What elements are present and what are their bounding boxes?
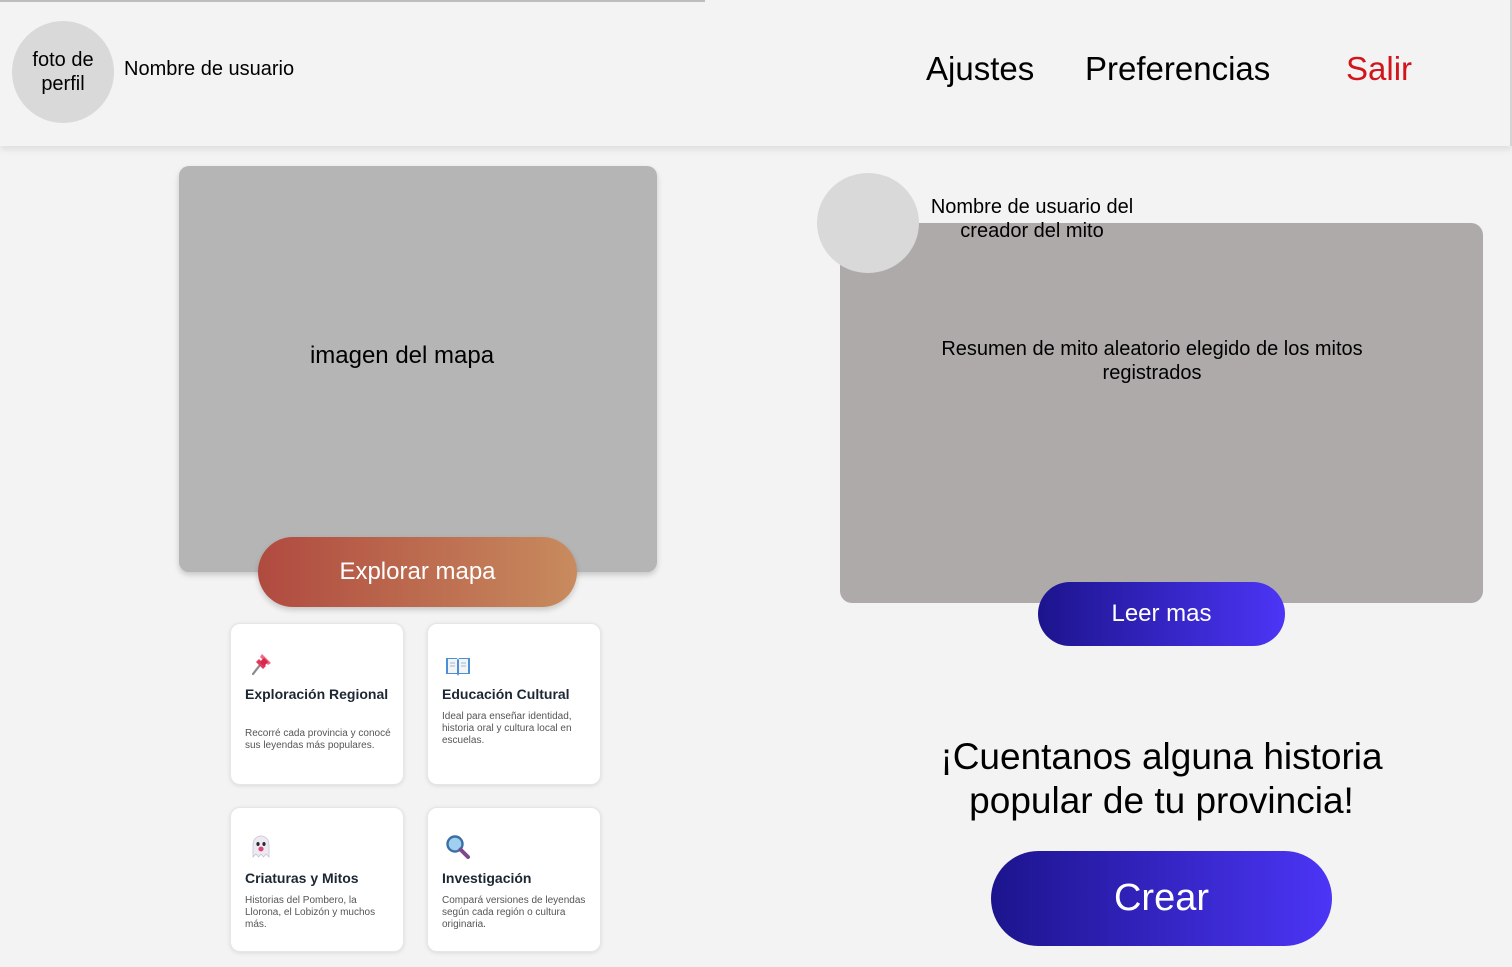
feature-card-research: Investigación Compará versiones de leyen… <box>427 807 601 952</box>
myth-summary-text: Resumen de mito aleatorio elegido de los… <box>941 338 1363 384</box>
profile-avatar[interactable]: foto de perfil <box>12 21 114 123</box>
profile-avatar-placeholder: foto de perfil <box>32 49 94 95</box>
open-book-icon <box>446 658 470 676</box>
magnifier-icon <box>446 835 470 859</box>
explore-map-button[interactable]: Explorar mapa <box>258 537 577 607</box>
feature-description: Compará versiones de leyendas según cada… <box>442 895 586 930</box>
nav-logout[interactable]: Salir <box>1346 50 1412 88</box>
random-myth-card <box>840 223 1483 603</box>
creator-username: Nombre de usuario del creador del mito <box>930 196 1134 242</box>
create-story-prompt: ¡Cuentanos alguna historia popular de tu… <box>940 736 1383 821</box>
create-button[interactable]: Crear <box>991 851 1332 946</box>
map-image-label: imagen del mapa <box>309 342 495 369</box>
feature-title: Criaturas y Mitos <box>245 870 359 886</box>
feature-title: Exploración Regional <box>245 686 389 702</box>
creator-avatar[interactable] <box>817 173 919 273</box>
feature-description: Historias del Pombero, la Llorona, el Lo… <box>245 895 376 930</box>
read-more-button[interactable]: Leer mas <box>1038 582 1285 646</box>
feature-description: Ideal para enseñar identidad, historia o… <box>442 711 572 746</box>
map-image-placeholder: imagen del mapa <box>179 166 657 572</box>
top-bar: foto de perfil Nombre de usuario Ajustes… <box>0 0 1512 146</box>
feature-card-creatures: Criaturas y Mitos Historias del Pombero,… <box>230 807 404 952</box>
pushpin-icon <box>251 654 271 676</box>
nav-settings[interactable]: Ajustes <box>926 50 1034 88</box>
username-label: Nombre de usuario <box>124 58 295 80</box>
feature-card-education: Educación Cultural Ideal para enseñar id… <box>427 623 601 785</box>
ghost-icon <box>252 835 270 858</box>
nav-preferences[interactable]: Preferencias <box>1085 50 1270 88</box>
top-divider <box>0 0 705 2</box>
feature-description: Recorré cada provincia y conocé sus leye… <box>245 728 391 751</box>
feature-card-regional: Exploración Regional Recorré cada provin… <box>230 623 404 785</box>
feature-title: Educación Cultural <box>442 686 570 702</box>
feature-title: Investigación <box>442 870 532 886</box>
